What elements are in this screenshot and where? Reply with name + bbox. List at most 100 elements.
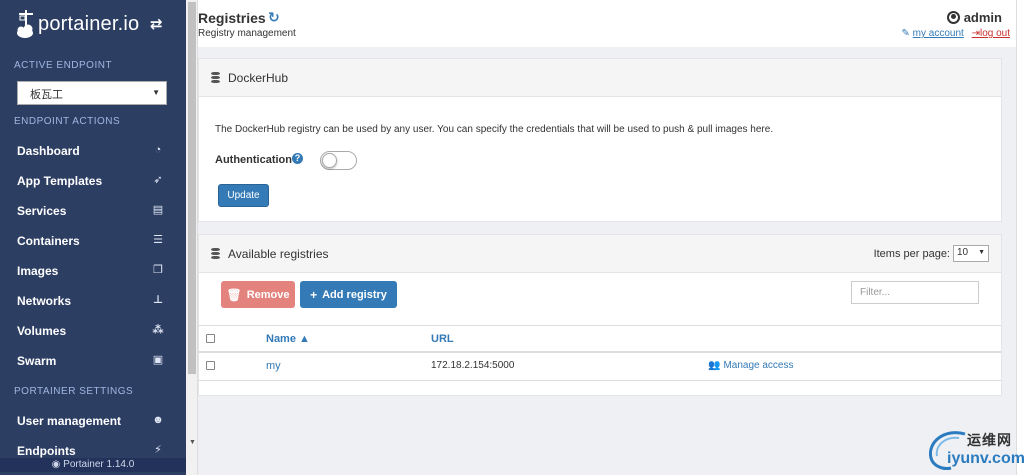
page-title: Registries [198,10,266,26]
select-all-checkbox[interactable] [206,334,215,343]
add-registry-button[interactable]: + Add registry [300,281,397,308]
registries-title: Available registries [228,246,329,261]
users-icon: 👥 [708,360,721,371]
sidebar-item-label: Dashboard [17,144,80,158]
user-links: ✎ my account ⇥log out [901,28,1010,39]
add-registry-label: Add registry [322,288,387,301]
watermark-en: iyunv.com [947,450,1025,467]
endpoint-actions-header: ENDPOINT ACTIONS [14,116,121,127]
row-checkbox[interactable] [206,361,215,370]
dockerhub-title: DockerHub [228,70,289,85]
filter-input[interactable]: Filter... [851,281,979,304]
dashboard-icon: ◔ [154,144,162,156]
sidebar-item-label: Containers [17,234,80,248]
brand-text: portainer.io [38,12,140,35]
sidebar-item-label: Volumes [17,324,67,338]
sidebar-item-label: App Templates [17,174,103,188]
authentication-toggle[interactable] [320,151,357,170]
dockerhub-panel-header: DockerHub [199,59,1001,97]
brand-logo[interactable]: portainer.io [16,5,139,43]
table-row: my 172.18.2.154:5000 👥 Manage access [199,353,1001,381]
sidebar-item-services[interactable]: Services ▤ [0,196,186,226]
sidebar-item-swarm[interactable]: Swarm ▣ [0,346,186,376]
toggle-knob [322,153,337,168]
sidebar-item-networks[interactable]: Networks ⊥ [0,286,186,316]
manage-access-link[interactable]: 👥 Manage access [708,360,794,371]
sidebar-item-label: Services [17,204,67,218]
plug-icon: ⚡ [154,444,162,456]
available-registries-panel: Available registries Items per page: 10 … [198,234,1002,396]
sitemap-icon: ⊥ [152,294,164,306]
main-content: DockerHub The DockerHub registry can be … [198,47,1016,475]
caret-down-icon: ▼ [152,88,160,97]
sidebar-item-label: User management [17,414,122,428]
sidebar-item-volumes[interactable]: Volumes ⁂ [0,316,186,346]
column-header-url[interactable]: URL [431,333,454,345]
clone-icon: ❐ [153,264,163,276]
manage-access-label: Manage access [723,360,794,371]
caret-down-icon: ▼ [978,249,985,256]
refresh-icon[interactable]: ↻ [268,9,280,26]
registries-panel-header: Available registries Items per page: 10 … [199,235,1001,273]
database-icon [211,248,220,259]
dockerhub-panel: DockerHub The DockerHub registry can be … [198,58,1002,222]
version-label: Portainer 1.14.0 [63,459,135,470]
items-per-page-label: Items per page: [873,247,950,260]
active-endpoint-header: ACTIVE ENDPOINT [14,60,113,71]
sidebar-item-label: Networks [17,294,72,308]
page-scrollbar[interactable] [1016,0,1028,475]
log-out-label: log out [979,28,1010,39]
sidebar-item-label: Images [17,264,59,278]
log-out-link[interactable]: ⇥log out [972,28,1010,39]
username: admin [963,10,1002,25]
wrench-icon: ✎ [901,28,910,39]
update-button[interactable]: Update [218,184,269,207]
watermark-cn: 运维网 [967,432,1012,448]
column-header-name[interactable]: Name ▲ [266,333,310,345]
sort-up-icon: ▲ [299,333,310,345]
users-icon: ☻ [152,414,164,426]
watermark: 运维网 iyunv.com [925,428,1025,472]
registry-name-link[interactable]: my [266,360,281,372]
table-header: Name ▲ URL [199,325,1001,353]
items-per-page-select[interactable]: 10 ▼ [953,245,989,262]
remove-button[interactable]: 🗑 Remove [221,281,295,308]
sidebar-item-app-templates[interactable]: App Templates ➶ [0,166,186,196]
endpoint-select-value: 板瓦工 [30,89,63,101]
sidebar-item-user-management[interactable]: User management ☻ [0,406,186,436]
scroll-down-arrow-icon[interactable]: ▼ [189,439,196,447]
sidebar-scrollbar[interactable]: ▼ [186,0,198,475]
sidebar-item-dashboard[interactable]: Dashboard ◔ [0,136,186,166]
version-footer: ◉ Portainer 1.14.0 [0,458,186,472]
page-header: Registries ↻ Registry management admin ✎… [198,0,1016,47]
exchange-icon[interactable]: ⇄ [150,15,163,33]
portainer-settings-header: PORTAINER SETTINGS [14,386,134,397]
sidebar-item-label: Endpoints [17,444,76,458]
scrollbar-thumb[interactable] [188,2,196,374]
column-name-label: Name [266,333,296,345]
sidebar-item-images[interactable]: Images ❐ [0,256,186,286]
user-circle-icon [946,11,960,24]
remove-label: Remove [246,288,290,301]
trash-icon: 🗑 [226,287,242,302]
user-info: admin [946,10,1002,25]
list-alt-icon: ▤ [152,204,164,216]
items-per-page: Items per page: 10 ▼ [874,245,989,262]
page-subtitle: Registry management [198,28,296,39]
object-group-icon: ▣ [152,354,164,366]
registry-url: 172.18.2.154:5000 [431,360,515,371]
endpoint-select[interactable]: 板瓦工 ▼ [17,81,167,105]
server-icon: ☰ [153,234,163,246]
sidebar: portainer.io ⇄ ACTIVE ENDPOINT 板瓦工 ▼ END… [0,0,186,475]
my-account-link[interactable]: my account [913,28,964,39]
question-circle-icon[interactable]: ? [292,153,303,164]
plus-icon: + [310,287,318,302]
sidebar-item-containers[interactable]: Containers ☰ [0,226,186,256]
sign-out-icon: ⇥ [971,28,980,39]
portainer-logo-icon [17,10,33,38]
database-icon [211,72,220,83]
dockerhub-description: The DockerHub registry can be used by an… [215,124,774,135]
authentication-label: Authentication [215,154,292,166]
github-icon: ◉ [51,459,64,470]
items-per-page-value: 10 [957,247,969,258]
